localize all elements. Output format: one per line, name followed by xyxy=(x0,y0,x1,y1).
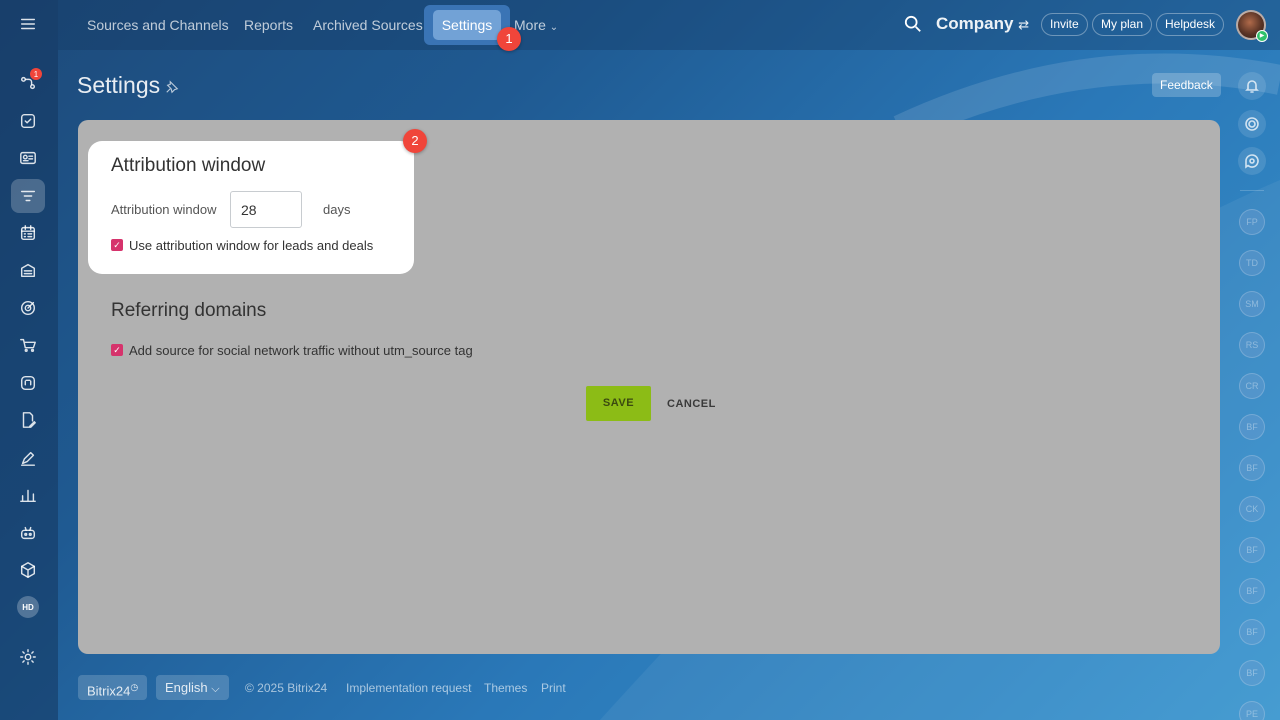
company-label: Company xyxy=(936,14,1014,33)
user-avatar[interactable]: ▶ xyxy=(1236,10,1268,42)
top-navigation-bar: Sources and Channels Reports Archived So… xyxy=(58,0,1280,51)
tab-archived-sources[interactable]: Archived Sources xyxy=(313,0,423,50)
save-button[interactable]: SAVE xyxy=(586,386,651,421)
tab-more[interactable]: More ⌄ xyxy=(514,0,558,50)
feedback-button[interactable]: Feedback xyxy=(1152,73,1221,97)
rail-user-avatar[interactable]: RS xyxy=(1239,332,1265,358)
sidebar-item-analytics-filter[interactable] xyxy=(11,179,45,213)
clock-icon: ◷ xyxy=(130,682,139,692)
sidebar-item-hd[interactable]: HD xyxy=(11,590,45,624)
step-marker-1: 1 xyxy=(497,27,521,51)
sidebar-item-sign[interactable] xyxy=(11,441,45,475)
left-sidebar: 1 HD xyxy=(0,0,58,720)
sidebar-item-documents[interactable] xyxy=(11,403,45,437)
company-name[interactable]: Company ⇄ xyxy=(936,14,1029,34)
pen-icon xyxy=(20,451,36,466)
sidebar-item-store[interactable] xyxy=(11,253,45,287)
attribution-leads-deals-label[interactable]: Use attribution window for leads and dea… xyxy=(129,238,373,253)
rail-user-avatar[interactable]: PE xyxy=(1239,701,1265,720)
sidebar-item-copilot[interactable] xyxy=(11,516,45,550)
social-network-source-checkbox[interactable]: ✓ xyxy=(111,344,123,356)
rail-user-avatar[interactable]: BF xyxy=(1239,414,1265,440)
rail-user-avatar[interactable]: CR xyxy=(1239,373,1265,399)
menu-icon[interactable] xyxy=(11,7,45,41)
checkbox-icon xyxy=(20,113,36,129)
notification-badge: 1 xyxy=(30,68,42,80)
rail-user-avatar[interactable]: BF xyxy=(1239,455,1265,481)
copilot-swirl-icon[interactable] xyxy=(1238,110,1266,138)
pin-icon[interactable] xyxy=(165,80,179,94)
hd-avatar: HD xyxy=(17,596,39,618)
attribution-window-label: Attribution window xyxy=(111,202,217,217)
rail-user-avatar[interactable]: TD xyxy=(1239,250,1265,276)
themes-link[interactable]: Themes xyxy=(484,681,527,695)
rail-user-avatar[interactable]: BF xyxy=(1239,619,1265,645)
rail-user-avatar[interactable]: SM xyxy=(1239,291,1265,317)
sidebar-item-goals[interactable] xyxy=(11,291,45,325)
rail-divider xyxy=(1240,190,1264,191)
tab-more-label: More xyxy=(514,17,546,33)
headset-icon xyxy=(20,375,36,391)
bitrix24-brand-button[interactable]: Bitrix24◷ xyxy=(78,675,148,700)
chat-search-icon[interactable] xyxy=(1238,147,1266,175)
sidebar-item-calendar[interactable] xyxy=(11,216,45,250)
box-icon xyxy=(20,562,36,578)
my-plan-button[interactable]: My plan xyxy=(1092,13,1153,36)
sidebar-item-reports[interactable] xyxy=(11,478,45,512)
robot-icon xyxy=(20,526,36,540)
right-rail: FP TD SM RS CR BF BF CK BF BF BF BF PE xyxy=(1230,62,1274,720)
bell-icon[interactable] xyxy=(1238,72,1266,100)
rail-user-avatar[interactable]: BF xyxy=(1239,660,1265,686)
calendar-list-icon xyxy=(20,225,36,241)
tab-reports[interactable]: Reports xyxy=(244,0,293,50)
search-icon[interactable] xyxy=(904,15,922,33)
sidebar-item-flows[interactable]: 1 xyxy=(11,66,45,100)
days-unit-label: days xyxy=(323,202,351,217)
rail-user-avatar[interactable]: CK xyxy=(1239,496,1265,522)
cancel-button[interactable]: CANCEL xyxy=(667,398,716,410)
contact-card-icon xyxy=(20,151,36,165)
rail-user-avatar[interactable]: BF xyxy=(1239,537,1265,563)
chevron-down-icon: ⌵ xyxy=(211,683,220,695)
rail-user-avatar[interactable]: BF xyxy=(1239,578,1265,604)
invite-button[interactable]: Invite xyxy=(1041,13,1088,36)
social-network-source-label[interactable]: Add source for social network traffic wi… xyxy=(129,343,473,358)
filter-icon xyxy=(20,190,36,202)
tab-settings[interactable]: Settings xyxy=(433,10,501,40)
sidebar-item-products[interactable] xyxy=(11,553,45,587)
warehouse-icon xyxy=(20,263,36,278)
rail-user-avatar[interactable]: FP xyxy=(1239,209,1265,235)
chevron-down-icon: ⌄ xyxy=(549,22,559,33)
copyright-text: © 2025 Bitrix24 xyxy=(245,681,328,695)
referring-domains-heading: Referring domains xyxy=(111,300,267,321)
sidebar-item-shop[interactable] xyxy=(11,328,45,362)
language-label: English xyxy=(165,680,208,695)
step-marker-2: 2 xyxy=(403,129,427,153)
gear-icon xyxy=(20,649,36,665)
target-icon xyxy=(20,300,36,316)
attribution-window-input[interactable] xyxy=(230,191,302,228)
document-edit-icon xyxy=(22,412,36,428)
cart-icon xyxy=(20,338,36,353)
attribution-window-heading: Attribution window xyxy=(111,155,266,176)
bar-chart-icon xyxy=(20,489,36,503)
sliders-icon: ⇄ xyxy=(1018,17,1030,32)
print-link[interactable]: Print xyxy=(541,681,566,695)
page-title: Settings xyxy=(77,72,161,98)
sidebar-item-tasks[interactable] xyxy=(11,104,45,138)
sidebar-item-settings[interactable] xyxy=(11,640,45,674)
language-selector[interactable]: English ⌵ xyxy=(156,675,229,700)
implementation-request-link[interactable]: Implementation request xyxy=(346,681,471,695)
helpdesk-button[interactable]: Helpdesk xyxy=(1156,13,1225,36)
sidebar-item-telephony[interactable] xyxy=(11,366,45,400)
brand-label: Bitrix24 xyxy=(87,683,131,699)
tab-sources-and-channels[interactable]: Sources and Channels xyxy=(87,0,229,50)
attribution-leads-deals-checkbox[interactable]: ✓ xyxy=(111,239,123,251)
sidebar-item-contacts[interactable] xyxy=(11,141,45,175)
play-icon: ▶ xyxy=(1256,30,1268,42)
